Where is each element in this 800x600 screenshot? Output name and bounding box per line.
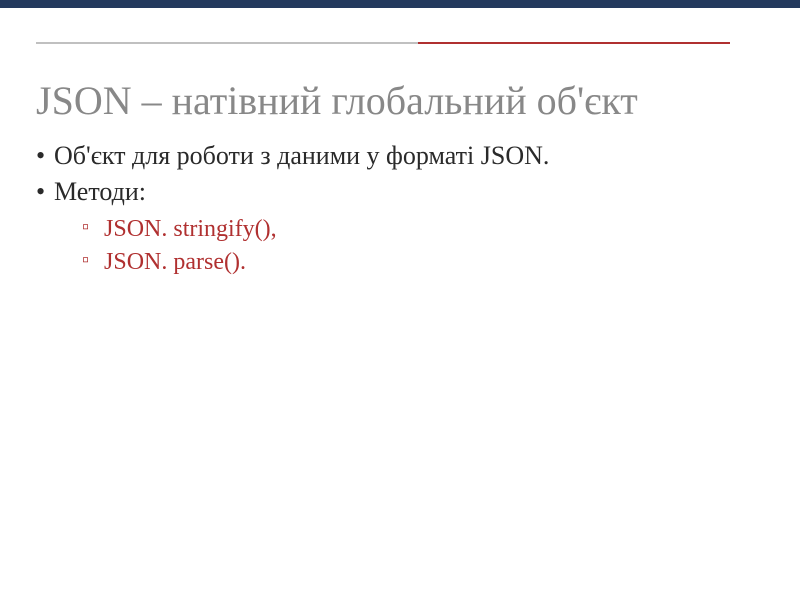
header-divider-red — [418, 42, 730, 44]
sub-bullet-list: JSON. stringify(), JSON. parse(). — [54, 213, 764, 280]
content-area: JSON – натівний глобальний об'єкт Об'єкт… — [0, 8, 800, 280]
header-divider-gray — [36, 42, 418, 44]
slide-title: JSON – натівний глобальний об'єкт — [36, 78, 764, 124]
header-divider — [36, 42, 730, 44]
bullet-list: Об'єкт для роботи з даними у форматі JSO… — [36, 138, 764, 280]
bullet-text: Методи: — [54, 177, 146, 206]
bullet-text: Об'єкт для роботи з даними у форматі JSO… — [54, 141, 549, 170]
slide: JSON – натівний глобальний об'єкт Об'єкт… — [0, 0, 800, 600]
bullet-item: Об'єкт для роботи з даними у форматі JSO… — [36, 138, 764, 174]
sub-bullet-item: JSON. parse(). — [82, 246, 764, 280]
top-border-strip — [0, 0, 800, 8]
sub-bullet-text: JSON. parse(). — [104, 249, 246, 275]
sub-bullet-item: JSON. stringify(), — [82, 213, 764, 247]
bullet-item: Методи: JSON. stringify(), JSON. parse()… — [36, 174, 764, 280]
sub-bullet-text: JSON. stringify(), — [104, 216, 277, 242]
